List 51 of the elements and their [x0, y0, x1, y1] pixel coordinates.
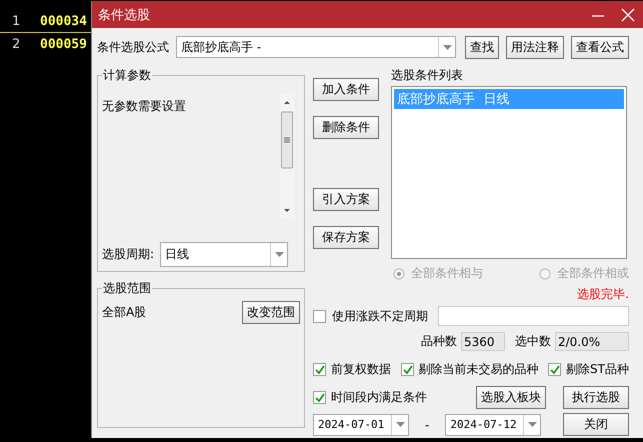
count-label: 品种数: [421, 333, 457, 350]
group-title: 选股范围: [102, 280, 152, 297]
period-input-field[interactable]: [438, 306, 629, 326]
formula-button[interactable]: 用法注释: [506, 36, 564, 58]
caret-icon: [396, 422, 404, 427]
date-separator: -: [425, 418, 430, 432]
group-title: 计算参数: [102, 67, 152, 84]
radio-label: 全部条件相与: [411, 265, 483, 282]
close-icon[interactable]: [621, 8, 635, 22]
checkbox-label: 剔除ST品种: [566, 361, 629, 378]
checkbox[interactable]: [400, 363, 414, 376]
period-dropdown[interactable]: 日线: [160, 242, 288, 267]
window-title: 条件选股: [98, 6, 150, 24]
date-dropdown[interactable]: 2024-07-01: [313, 414, 409, 436]
formula-dropdown[interactable]: 底部抄底高手 -: [176, 36, 456, 58]
action-button[interactable]: 删除条件: [313, 116, 379, 139]
count-field: 5360: [461, 332, 505, 351]
formula-label: 条件选股公式: [97, 38, 169, 56]
caret-icon: [274, 252, 284, 257]
change-scope-button[interactable]: 改变范围: [242, 301, 300, 324]
radio-label: 全部条件相或: [557, 265, 629, 282]
checkbox[interactable]: [313, 391, 326, 404]
row-number: 1: [11, 14, 22, 28]
count-label: 选中数: [515, 333, 551, 350]
run-button[interactable]: 执行选股: [563, 386, 629, 409]
scope-value: 全部A股: [102, 304, 146, 321]
formula-button[interactable]: 查找: [465, 36, 499, 58]
formula-button[interactable]: 查看公式: [571, 36, 629, 58]
row-number: 2: [11, 36, 22, 52]
action-button[interactable]: 引入方案: [313, 188, 379, 211]
period-label: 选股周期:: [102, 246, 154, 263]
caret-icon: [442, 44, 452, 50]
action-button[interactable]: 加入条件: [313, 78, 379, 101]
caret-icon: [528, 422, 537, 427]
close-button[interactable]: 关闭: [563, 413, 629, 436]
checkbox-label: 时间段内满足条件: [331, 389, 427, 406]
checkbox[interactable]: [313, 310, 326, 322]
count-field: 2/0.0%: [555, 332, 629, 351]
stock-code: 000034: [40, 14, 87, 28]
date-dropdown[interactable]: 2024-07-12: [445, 414, 542, 436]
checkbox-label: 使用涨跌不定周期: [332, 308, 428, 324]
checkbox-label: 剔除当前未交易的品种: [418, 361, 539, 378]
action-button[interactable]: 保存方案: [313, 226, 379, 249]
params-message: 无参数需要设置: [102, 98, 186, 115]
list-title: 选股条件列表: [391, 67, 464, 84]
add-to-block-button[interactable]: 选股入板块: [476, 386, 546, 409]
checkbox-label: 前复权数据: [331, 361, 391, 378]
checkbox[interactable]: [313, 363, 326, 376]
stock-code: 000059: [40, 36, 87, 52]
status-text: 选股完毕.: [577, 286, 629, 302]
checkbox[interactable]: [548, 363, 562, 376]
